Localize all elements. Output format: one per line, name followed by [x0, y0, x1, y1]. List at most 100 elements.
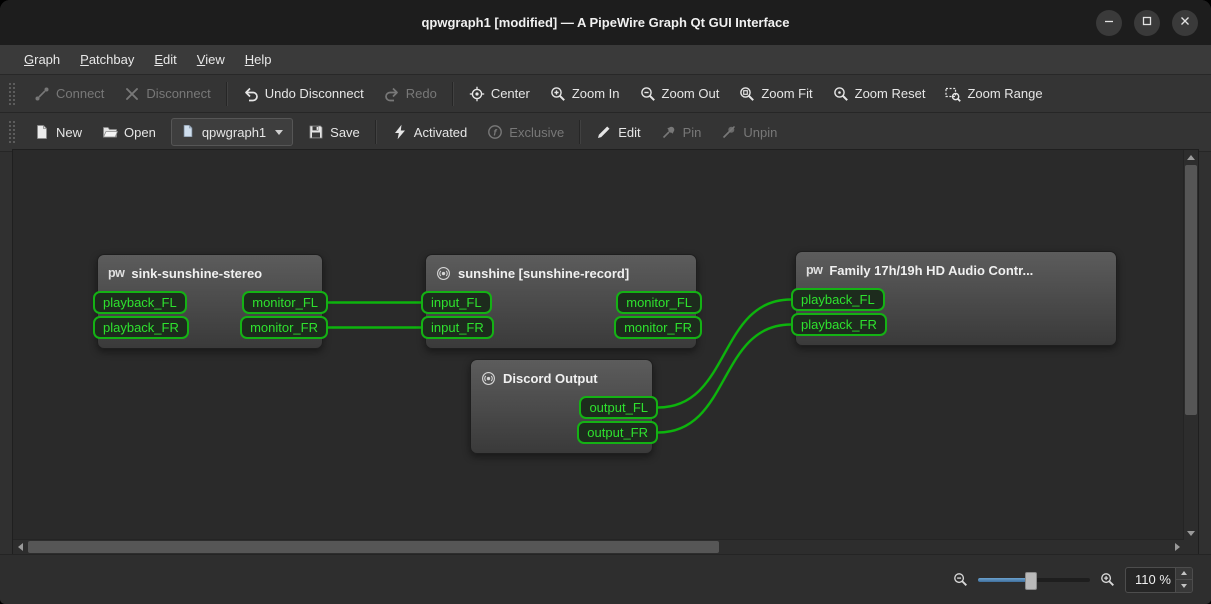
- port-monitor_FL[interactable]: monitor_FL: [242, 291, 328, 314]
- activated-label: Activated: [413, 124, 468, 140]
- node-sink-sunshine-stereo[interactable]: pw sink-sunshine-stereo playback_FL monitor…: [93, 254, 328, 349]
- minimize-button[interactable]: [1096, 9, 1122, 36]
- zoom-spin-down-button[interactable]: [1176, 580, 1192, 592]
- node-family-audio[interactable]: pw Family 17h/19h HD Audio Contr... playba…: [791, 251, 1117, 346]
- toolbar-handle[interactable]: [9, 82, 15, 105]
- pipewire-icon: pw: [806, 263, 823, 277]
- menu-patchbay[interactable]: Patchbay: [70, 48, 144, 71]
- scroll-left-arrow[interactable]: [13, 540, 27, 554]
- close-button[interactable]: [1172, 9, 1198, 36]
- toolbar-separator: [451, 81, 454, 106]
- patchbay-combobox[interactable]: qpwgraph1: [170, 118, 294, 146]
- port-row: input_FL monitor_FL: [421, 290, 702, 315]
- zoom-controls: 110 %: [953, 566, 1193, 593]
- menu-view[interactable]: View: [187, 48, 235, 71]
- menubar: Graph Patchbay Edit View Help: [0, 45, 1211, 75]
- window-title: qpwgraph1 [modified] — A PipeWire Graph …: [421, 15, 790, 30]
- zoom-in-button[interactable]: Zoom In: [541, 81, 629, 107]
- application-icon: [481, 371, 496, 386]
- port-output_FL[interactable]: output_FL: [579, 396, 658, 419]
- menu-help[interactable]: Help: [235, 48, 282, 71]
- zoom-range-button[interactable]: Zoom Range: [936, 81, 1051, 107]
- exclusive-label: Exclusive: [509, 124, 565, 140]
- port-playback_FL[interactable]: playback_FL: [791, 288, 885, 311]
- undo-disconnect-label: Undo Disconnect: [264, 86, 364, 101]
- port-playback_FR[interactable]: playback_FR: [791, 313, 887, 336]
- close-icon: [1177, 13, 1193, 32]
- node-title: sunshine [sunshine-record]: [458, 265, 630, 281]
- unpin-button[interactable]: Unpin: [712, 119, 786, 145]
- zoom-reset-label: Zoom Reset: [854, 86, 926, 101]
- port-output_FR[interactable]: output_FR: [577, 421, 658, 444]
- port-monitor_FR[interactable]: monitor_FR: [614, 316, 702, 339]
- zoom-fit-icon: [739, 86, 755, 102]
- port-input_FL[interactable]: input_FL: [421, 291, 492, 314]
- edit-label: Edit: [618, 124, 641, 140]
- new-file-icon: [34, 124, 50, 140]
- horizontal-scrollbar-thumb[interactable]: [28, 541, 719, 553]
- graph-toolbar: Connect Disconnect Undo Disconnect Redo …: [0, 75, 1211, 113]
- graph-canvas-area: pw sink-sunshine-stereo playback_FL monitor…: [12, 149, 1199, 555]
- pin-icon: [661, 124, 677, 140]
- zoom-out-small-icon: [953, 572, 968, 587]
- zoom-spin-up-button[interactable]: [1176, 567, 1192, 580]
- titlebar: qpwgraph1 [modified] — A PipeWire Graph …: [0, 0, 1211, 45]
- scrollbar-corner: [1184, 540, 1198, 554]
- zoom-range-icon: [945, 86, 962, 102]
- port-playback_FL[interactable]: playback_FL: [93, 291, 187, 314]
- graph-canvas[interactable]: pw sink-sunshine-stereo playback_FL monitor…: [13, 150, 1184, 540]
- disconnect-button[interactable]: Disconnect: [115, 81, 219, 107]
- port-input_FR[interactable]: input_FR: [421, 316, 494, 339]
- node-title: Family 17h/19h HD Audio Contr...: [829, 262, 1034, 278]
- edit-button[interactable]: Edit: [587, 119, 649, 145]
- connect-icon: [34, 86, 50, 102]
- menu-graph[interactable]: Graph: [14, 48, 70, 71]
- exclusive-button[interactable]: f Exclusive: [478, 119, 573, 145]
- maximize-button[interactable]: [1134, 9, 1160, 36]
- unpin-icon: [721, 124, 737, 140]
- undo-disconnect-button[interactable]: Undo Disconnect: [234, 81, 373, 107]
- zoom-fit-button[interactable]: Zoom Fit: [730, 81, 821, 107]
- new-button[interactable]: New: [25, 119, 91, 145]
- scroll-down-arrow[interactable]: [1184, 526, 1198, 540]
- app-window: qpwgraph1 [modified] — A PipeWire Graph …: [0, 0, 1211, 604]
- toolbar-handle[interactable]: [9, 121, 15, 143]
- open-folder-icon: [102, 124, 119, 140]
- zoom-out-label: Zoom Out: [661, 86, 720, 101]
- center-button[interactable]: Center: [460, 81, 539, 107]
- open-button[interactable]: Open: [93, 119, 165, 145]
- port-row: playback_FR monitor_FR: [93, 315, 328, 340]
- activated-button[interactable]: Activated: [383, 119, 476, 145]
- maximize-icon: [1139, 13, 1155, 32]
- zoom-slider[interactable]: [978, 571, 1090, 590]
- toolbar-separator: [225, 81, 228, 106]
- scroll-right-arrow[interactable]: [1170, 540, 1184, 554]
- open-label: Open: [124, 124, 156, 140]
- horizontal-scrollbar[interactable]: [13, 539, 1184, 554]
- zoom-spinbox[interactable]: 110 %: [1125, 566, 1193, 593]
- node-discord-output[interactable]: Discord Output output_FL output_FR: [470, 359, 658, 454]
- svg-text:f: f: [494, 127, 498, 138]
- port-monitor_FL[interactable]: monitor_FL: [616, 291, 702, 314]
- zoom-out-button[interactable]: Zoom Out: [631, 81, 729, 107]
- vertical-scrollbar-thumb[interactable]: [1185, 165, 1197, 415]
- connect-button[interactable]: Connect: [25, 81, 113, 107]
- chevron-down-icon: [275, 129, 284, 135]
- toolbar-separator: [579, 120, 582, 144]
- menu-edit[interactable]: Edit: [144, 48, 186, 71]
- vertical-scrollbar[interactable]: [1183, 150, 1198, 540]
- zoom-slider-handle[interactable]: [1025, 571, 1037, 590]
- scroll-up-arrow[interactable]: [1184, 150, 1198, 164]
- pin-button[interactable]: Pin: [652, 119, 711, 145]
- zoom-reset-button[interactable]: Zoom Reset: [824, 81, 935, 107]
- pipewire-icon: pw: [108, 266, 125, 280]
- connect-label: Connect: [56, 86, 105, 101]
- redo-icon: [384, 86, 400, 102]
- port-row: playback_FL: [791, 287, 1116, 312]
- save-button[interactable]: Save: [299, 119, 369, 145]
- port-playback_FR[interactable]: playback_FR: [93, 316, 189, 339]
- node-sunshine[interactable]: sunshine [sunshine-record] input_FL monito…: [421, 254, 702, 349]
- port-row: playback_FR: [791, 312, 1116, 337]
- redo-button[interactable]: Redo: [375, 81, 446, 107]
- port-monitor_FR[interactable]: monitor_FR: [240, 316, 328, 339]
